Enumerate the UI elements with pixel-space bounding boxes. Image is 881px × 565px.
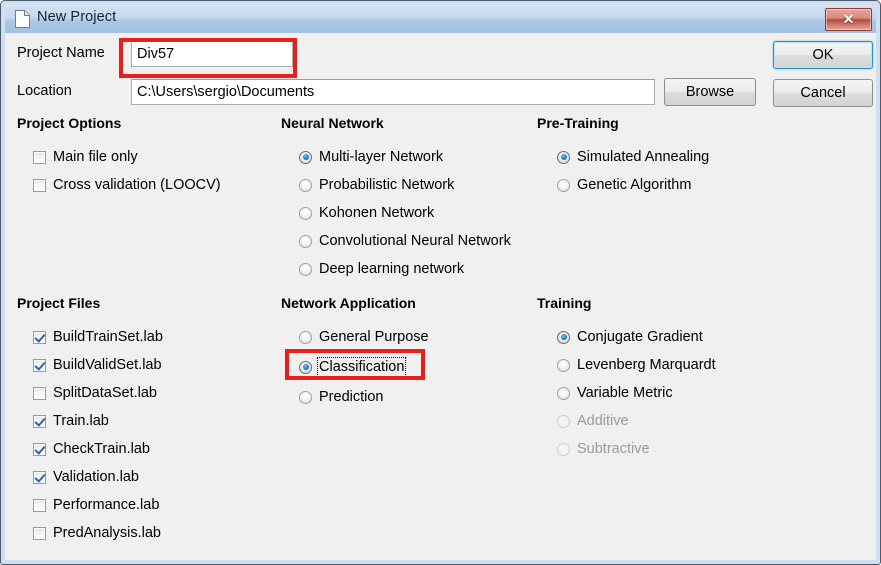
radio-simulated-annealing[interactable]: Simulated Annealing [557,149,709,165]
radio-additive: Additive [557,413,629,429]
checkbox-label: PredAnalysis.lab [53,525,161,541]
checkbox-box-icon [33,358,46,372]
checkbox-box-icon [33,442,46,456]
radio-label: Genetic Algorithm [577,177,692,193]
title-bar: New Project ✕ [5,5,876,33]
dialog-client-area: Project Name Location Browse OK Cancel P… [5,33,876,560]
radio-general-purpose[interactable]: General Purpose [299,329,429,345]
checkbox-box-icon [33,414,46,428]
browse-button-label: Browse [685,84,735,100]
radio-dot-icon [557,330,570,344]
checkbox-predanalysis[interactable]: PredAnalysis.lab [33,525,161,541]
radio-convolutional-neural-network[interactable]: Convolutional Neural Network [299,233,511,249]
pre-training-heading: Pre-Training [537,115,619,131]
cancel-button[interactable]: Cancel [773,79,873,107]
radio-label: Subtractive [577,441,650,457]
radio-label: Conjugate Gradient [577,329,703,345]
radio-dot-icon [299,178,312,192]
radio-dot-icon [299,206,312,220]
radio-dot-icon [557,178,570,192]
radio-classification[interactable]: Classification [299,357,407,377]
close-icon: ✕ [842,11,855,27]
radio-dot-icon [557,358,570,372]
radio-genetic-algorithm[interactable]: Genetic Algorithm [557,177,691,193]
checkbox-box-icon [33,386,46,400]
radio-multi-layer-network[interactable]: Multi-layer Network [299,149,443,165]
new-project-dialog: New Project ✕ Project Name Location Brow… [0,0,881,565]
radio-dot-icon [557,386,570,400]
close-button[interactable]: ✕ [825,8,872,31]
checkbox-splitdataset[interactable]: SplitDataSet.lab [33,385,157,401]
location-label: Location [17,83,72,99]
document-icon [15,10,30,28]
window-title: New Project [37,9,117,25]
checkbox-buildvalidset[interactable]: BuildValidSet.lab [33,357,162,373]
checkbox-label: Train.lab [53,413,109,429]
checkbox-label: BuildValidSet.lab [53,357,162,373]
radio-label: Simulated Annealing [577,149,710,165]
radio-dot-icon [557,150,570,164]
checkbox-label: Validation.lab [53,469,139,485]
project-name-input[interactable] [131,41,293,67]
checkbox-validation[interactable]: Validation.lab [33,469,139,485]
radio-label: Variable Metric [577,385,673,401]
radio-dot-icon [299,390,312,404]
radio-dot-icon [299,262,312,276]
radio-label: Additive [577,413,629,429]
neural-network-heading: Neural Network [281,115,384,131]
checkbox-label: Cross validation (LOOCV) [53,177,221,193]
radio-label: Probabilistic Network [319,177,455,193]
radio-dot-icon [299,150,312,164]
ok-button-label: OK [812,47,834,63]
checkbox-cross-validation[interactable]: Cross validation (LOOCV) [33,177,221,193]
checkbox-label: Performance.lab [53,497,160,513]
radio-kohonen-network[interactable]: Kohonen Network [299,205,434,221]
radio-probabilistic-network[interactable]: Probabilistic Network [299,177,454,193]
radio-label: Levenberg Marquardt [577,357,716,373]
checkbox-buildtrainset[interactable]: BuildTrainSet.lab [33,329,163,345]
checkbox-box-icon [33,526,46,540]
browse-button[interactable]: Browse [664,78,756,106]
radio-conjugate-gradient[interactable]: Conjugate Gradient [557,329,703,345]
radio-subtractive: Subtractive [557,441,650,457]
radio-label: Classification [316,357,407,377]
checkbox-box-icon [33,150,46,164]
radio-variable-metric[interactable]: Variable Metric [557,385,673,401]
radio-dot-icon [299,360,312,374]
radio-dot-icon [557,442,570,456]
radio-prediction[interactable]: Prediction [299,389,383,405]
radio-levenberg-marquardt[interactable]: Levenberg Marquardt [557,357,716,373]
checkbox-box-icon [33,178,46,192]
radio-label: General Purpose [319,329,429,345]
checkbox-checktrain[interactable]: CheckTrain.lab [33,441,150,457]
cancel-button-label: Cancel [800,85,846,101]
project-name-label: Project Name [17,45,105,61]
radio-label: Kohonen Network [319,205,435,221]
checkbox-label: SplitDataSet.lab [53,385,157,401]
checkbox-performance[interactable]: Performance.lab [33,497,159,513]
network-application-heading: Network Application [281,295,416,311]
project-files-heading: Project Files [17,295,101,311]
radio-dot-icon [557,414,570,428]
training-heading: Training [537,295,592,311]
radio-label: Prediction [319,389,384,405]
checkbox-box-icon [33,470,46,484]
radio-deep-learning-network[interactable]: Deep learning network [299,261,464,277]
checkbox-box-icon [33,498,46,512]
checkbox-main-file-only[interactable]: Main file only [33,149,138,165]
checkbox-train[interactable]: Train.lab [33,413,109,429]
checkbox-label: Main file only [53,149,138,165]
project-options-heading: Project Options [17,115,122,131]
radio-label: Convolutional Neural Network [319,233,511,249]
location-input[interactable] [131,79,655,105]
radio-label: Multi-layer Network [319,149,444,165]
ok-button[interactable]: OK [773,41,873,69]
radio-dot-icon [299,330,312,344]
radio-dot-icon [299,234,312,248]
checkbox-label: BuildTrainSet.lab [53,329,163,345]
checkbox-box-icon [33,330,46,344]
checkbox-label: CheckTrain.lab [53,441,150,457]
radio-label: Deep learning network [319,261,465,277]
